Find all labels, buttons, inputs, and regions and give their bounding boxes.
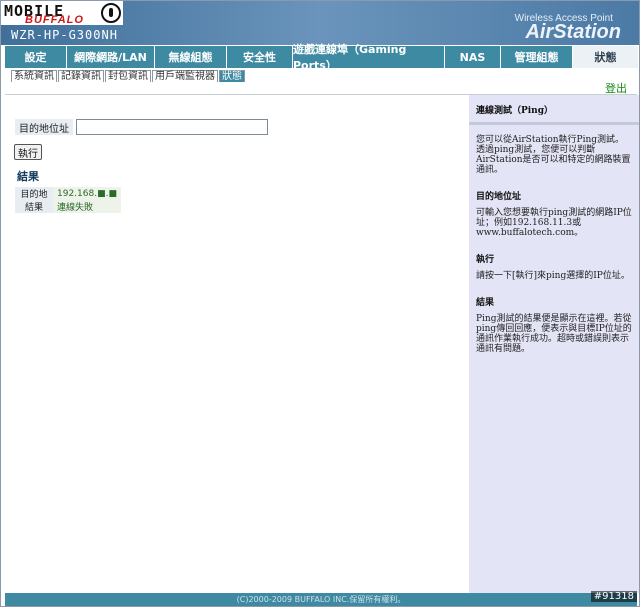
help-section-text: Ping測試的結果便是顯示在這裡。若從ping傳回回應，便表示與目標IP位址的通… bbox=[476, 314, 632, 354]
help-section-text: 請按一下[執行]來ping選擇的IP位址。 bbox=[476, 271, 630, 281]
result-value-result: 連線失敗 bbox=[53, 200, 121, 213]
table-row: 結果 連線失敗 bbox=[15, 200, 121, 213]
model-name: WZR-HP-G300NH bbox=[11, 28, 118, 42]
help-section-title: 執行 bbox=[476, 255, 495, 265]
tab-internet-lan[interactable]: 網際網路/LAN bbox=[67, 46, 155, 68]
help-panel: 連線測試（Ping） 您可以從AirStation執行Ping測試。透過ping… bbox=[469, 95, 639, 593]
header-banner: MOBILE BUFFALO WZR-HP-G300NH Wireless Ac… bbox=[1, 1, 639, 45]
footer-copyright: (C)2000-2009 BUFFALO INC.保留所有權利。 bbox=[5, 593, 637, 606]
subtab-status[interactable]: 狀態 bbox=[219, 70, 245, 82]
help-section-title: 目的地位址 bbox=[476, 192, 522, 202]
tab-status[interactable]: 狀態 bbox=[573, 46, 639, 68]
sub-nav: 系統資訊 記錄資訊 封包資訊 用戶端監視器 狀態 bbox=[11, 70, 246, 82]
tab-setup[interactable]: 設定 bbox=[5, 46, 67, 68]
tab-admin[interactable]: 管理組態 bbox=[501, 46, 573, 68]
buffalo-logo-text: BUFFALO bbox=[25, 14, 84, 26]
result-table: 目的地 192.168.■.■ 結果 連線失敗 bbox=[15, 187, 121, 213]
target-address-input[interactable] bbox=[76, 119, 268, 135]
subtab-system-info[interactable]: 系統資訊 bbox=[11, 70, 57, 82]
brand-logo: MOBILE BUFFALO bbox=[1, 1, 123, 26]
tab-gaming-ports[interactable]: 遊戲連線埠（Gaming Ports） bbox=[293, 43, 445, 72]
result-value-destination: 192.168.■.■ bbox=[53, 187, 121, 200]
result-heading: 結果 bbox=[17, 170, 39, 183]
tab-security[interactable]: 安全性 bbox=[227, 46, 293, 68]
help-title: 連線測試（Ping） bbox=[476, 106, 554, 116]
result-key-destination: 目的地 bbox=[15, 187, 53, 200]
help-divider bbox=[469, 122, 639, 125]
execute-button[interactable]: 執行 bbox=[14, 144, 42, 160]
subtab-packet-info[interactable]: 封包資訊 bbox=[105, 70, 151, 82]
product-logo: AirStation bbox=[525, 21, 621, 43]
result-key-result: 結果 bbox=[15, 200, 53, 213]
help-intro: 您可以從AirStation執行Ping測試。透過ping測試，您便可以判斷Ai… bbox=[476, 135, 631, 175]
browser-frame: MOBILE BUFFALO WZR-HP-G300NH Wireless Ac… bbox=[0, 0, 640, 607]
target-address-label: 目的地位址 bbox=[15, 119, 73, 135]
subtab-log-info[interactable]: 記錄資訊 bbox=[58, 70, 104, 82]
power-icon bbox=[101, 3, 121, 23]
help-section-text: 可輸入您想要執行ping測試的網路IP位址；例如192.168.11.3或www… bbox=[476, 208, 632, 238]
table-row: 目的地 192.168.■.■ bbox=[15, 187, 121, 200]
watermark-id: #91318 bbox=[590, 591, 637, 602]
main-nav: 設定 網際網路/LAN 無線組態 安全性 遊戲連線埠（Gaming Ports）… bbox=[5, 43, 639, 72]
main-content: 目的地位址 執行 結果 目的地 192.168.■.■ 結果 連線失敗 bbox=[5, 95, 468, 593]
tab-nas[interactable]: NAS bbox=[445, 46, 501, 68]
tab-wireless[interactable]: 無線組態 bbox=[155, 46, 227, 68]
subtab-client-monitor[interactable]: 用戶端監視器 bbox=[152, 70, 218, 82]
help-section-title: 結果 bbox=[476, 298, 495, 308]
